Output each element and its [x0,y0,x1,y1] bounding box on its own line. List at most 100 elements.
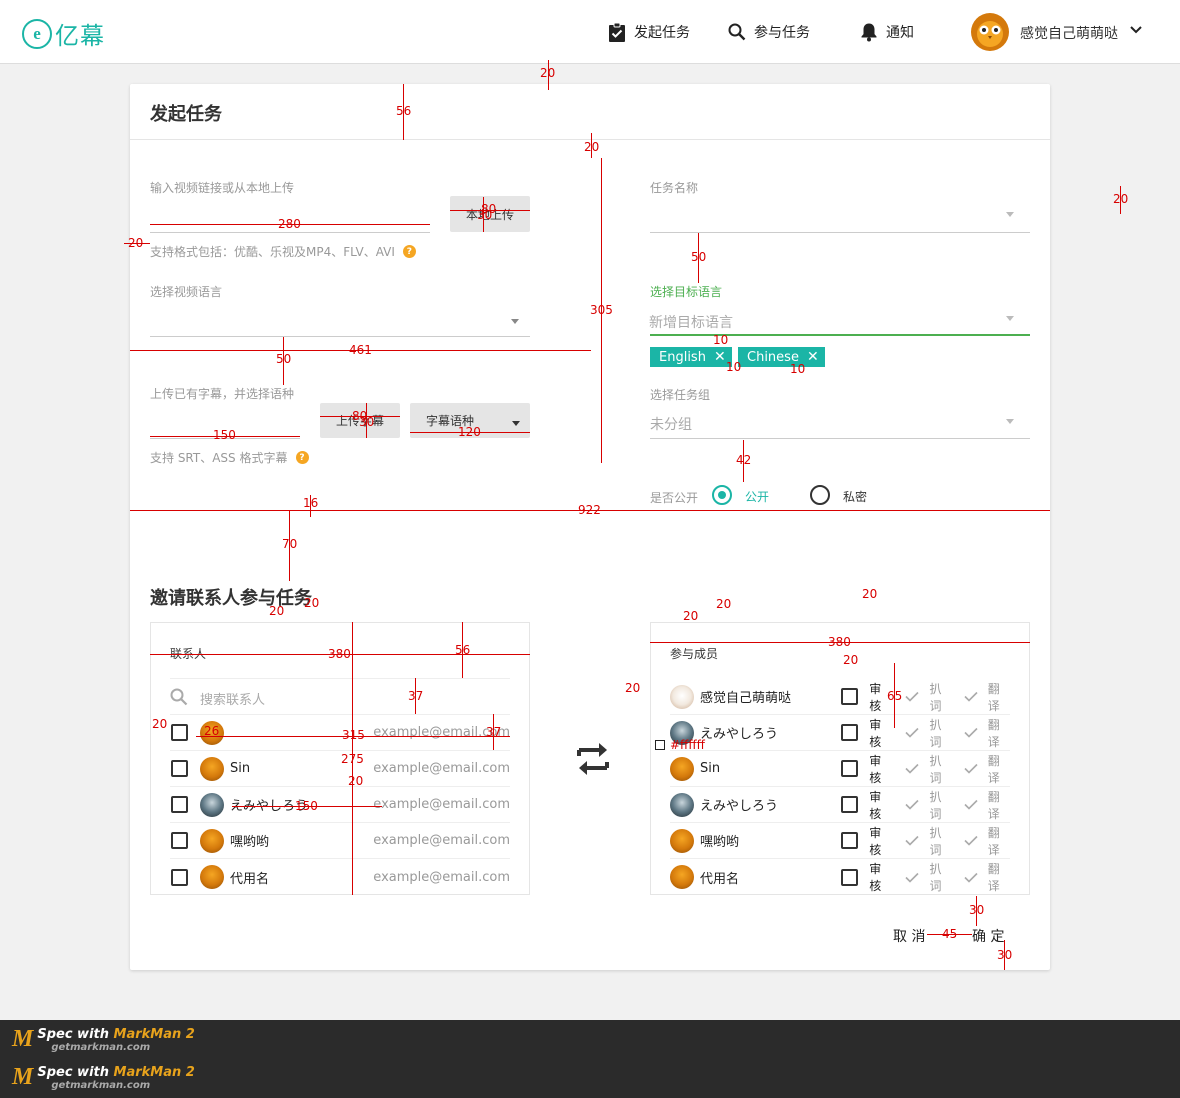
measure-label: 150 [295,799,318,813]
public-label: 是否公开 [650,491,699,505]
measure-label: 20 [152,717,168,731]
nav-notifications[interactable]: 通知 [860,22,914,42]
page-title: 发起任务 [150,104,222,125]
contact-email: example@email.com [373,833,510,848]
nav-join-task[interactable]: 参与任务 [728,22,810,42]
private-radio[interactable] [810,485,830,505]
video-link-label: 输入视频链接或从本地上传 [150,181,295,195]
caret-down-icon [512,421,520,426]
user-name[interactable]: 感觉自己萌萌哒 [1020,23,1118,43]
markman-logo-icon: M [12,1026,34,1052]
caret-down-icon [511,319,519,324]
measure-label: 30 [997,948,1013,962]
markman-badge: M Spec with MarkMan 2 getmarkman.com [12,1064,195,1091]
logo-mark-icon: e [22,18,52,49]
measure-label: 120 [458,425,481,439]
caret-down-icon [1006,212,1014,217]
close-icon[interactable]: ✕ [807,349,819,365]
measure-label: 20 [128,236,144,250]
video-language-label: 选择视频语言 [150,285,223,299]
cancel-button[interactable]: 取 消 [893,926,925,946]
brand-prefix: Spec with [37,1064,114,1080]
contact-avatar [200,865,224,889]
members-panel [650,622,1030,895]
measure-label: 65 [887,689,903,703]
contact-avatar [200,756,224,781]
measure-label: 45 [942,927,958,941]
measure-label: 20 [683,609,699,623]
contact-avatar [200,792,224,817]
contact-checkbox[interactable] [171,724,188,741]
contact-name: Sin [230,761,251,776]
brand-name: MarkMan 2 [113,1064,195,1080]
clipboard-check-icon [609,22,625,42]
contact-checkbox[interactable] [171,760,188,777]
user-avatar[interactable] [970,12,1010,52]
target-language-placeholder[interactable]: 新增目标语言 [649,312,733,332]
measure-label: 37 [408,689,424,703]
contact-checkbox[interactable] [171,832,188,849]
nav-label: 发起任务 [634,25,690,41]
close-icon[interactable]: ✕ [714,349,726,365]
target-language-input[interactable] [650,334,1030,336]
contact-email: example@email.com [373,761,510,776]
measure-label: 20 [862,587,878,601]
task-group-value[interactable]: 未分组 [650,414,692,434]
contact-checkbox[interactable] [171,796,188,813]
task-name-input[interactable] [650,232,1030,233]
bell-icon [861,23,877,42]
help-icon[interactable]: ? [402,245,416,258]
caret-down-icon [1006,316,1014,321]
swap-icon[interactable] [575,740,611,778]
measure-label: 150 [213,428,236,442]
contact-email: example@email.com [373,797,510,812]
help-icon[interactable]: ? [295,451,309,464]
measure-label: 20 [269,604,285,618]
search-contacts-input[interactable]: 搜索联系人 [200,689,265,708]
measure-label: 50 [276,352,292,366]
contact-avatar [200,828,224,853]
tag-label: English [659,349,706,365]
contact-row[interactable]: えみやしろう example@email.com [170,787,510,823]
contact-checkbox[interactable] [171,868,188,886]
public-option-label[interactable]: 公开 [745,488,769,505]
confirm-button[interactable]: 确 定 [972,926,1004,946]
chevron-down-icon[interactable] [1130,26,1142,34]
measure-label: 315 [342,728,365,742]
measure-label: 20 [1113,192,1129,206]
members-title: 参与成员 [670,647,719,661]
subtitle-label: 上传已有字幕，并选择语种 [150,387,295,401]
task-group-select[interactable] [650,438,1030,439]
logo[interactable]: e 亿幕 [22,16,105,51]
measure-label: 20 [584,140,600,154]
contact-row[interactable]: 嘿哟哟 example@email.com [170,823,510,859]
video-language-select[interactable] [150,336,530,337]
video-link-input[interactable] [150,232,430,233]
measure-label: 20 [625,681,641,695]
contact-name: 嘿哟哟 [230,835,270,850]
contact-row[interactable]: 代用名 example@email.com [170,859,510,895]
measure-label: 20 [348,774,364,788]
measure-label: 30 [359,415,375,429]
measure-label: 10 [713,333,729,347]
nav-label: 参与任务 [754,25,810,41]
markman-badge: M Spec with MarkMan 2 getmarkman.com [12,1026,195,1053]
markman-footer: M Spec with MarkMan 2 getmarkman.com M S… [0,1020,1180,1098]
formats-hint: 支持格式包括：优酷、乐视及MP4、FLV、AVI? [150,243,416,260]
measure-label: 305 [590,303,613,317]
measure-label: 42 [736,453,752,467]
contact-row[interactable]: example@email.com [170,715,510,751]
measure-label: 461 [349,343,372,357]
measure-label: 922 [578,503,601,517]
measure-label: 280 [278,217,301,231]
contact-row[interactable]: Sin example@email.com [170,751,510,787]
nav-create-task[interactable]: 发起任务 [608,22,690,42]
invite-title: 邀请联系人参与任务 [150,588,312,609]
contact-email: example@email.com [373,869,510,885]
measure-label: 20 [540,66,556,80]
public-radio[interactable] [712,485,732,505]
measure-label: 56 [455,643,471,657]
divider [170,678,510,679]
private-option-label[interactable]: 私密 [843,488,867,505]
color-swatch [655,740,665,750]
